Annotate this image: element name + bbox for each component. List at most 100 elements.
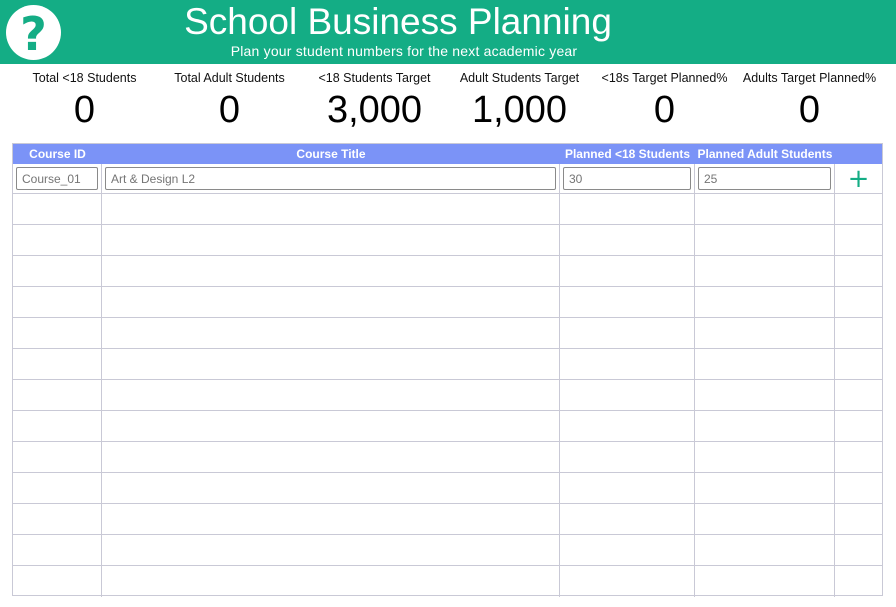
table-cell[interactable]	[835, 566, 882, 597]
page-subtitle: Plan your student numbers for the next a…	[230, 43, 578, 59]
table-cell[interactable]	[560, 318, 695, 348]
grid-header: Course ID Course Title Planned <18 Stude…	[13, 144, 882, 164]
table-row	[13, 504, 882, 535]
table-cell[interactable]	[102, 473, 560, 503]
table-cell[interactable]	[102, 535, 560, 565]
table-cell[interactable]	[835, 473, 882, 503]
table-cell[interactable]	[13, 194, 102, 224]
table-cell[interactable]	[695, 287, 835, 317]
table-cell[interactable]	[102, 256, 560, 286]
kpi-value: 0	[798, 89, 821, 131]
table-cell[interactable]	[835, 225, 882, 255]
table-cell[interactable]	[695, 318, 835, 348]
column-header-actions	[835, 144, 882, 164]
table-cell[interactable]	[695, 566, 835, 597]
table-cell[interactable]	[13, 256, 102, 286]
table-cell[interactable]	[835, 504, 882, 534]
table-cell[interactable]	[695, 349, 835, 379]
kpi-label: Adults Target Planned%	[742, 71, 877, 85]
table-cell[interactable]	[102, 349, 560, 379]
table-cell[interactable]	[13, 566, 102, 597]
table-cell[interactable]	[102, 318, 560, 348]
course-title-input[interactable]	[105, 167, 556, 190]
table-cell[interactable]	[560, 411, 695, 441]
table-cell[interactable]	[695, 504, 835, 534]
table-cell[interactable]	[560, 349, 695, 379]
table-cell[interactable]	[560, 442, 695, 472]
table-cell[interactable]	[560, 473, 695, 503]
column-header-course-id: Course ID	[29, 147, 86, 161]
table-cell[interactable]	[695, 380, 835, 410]
course-id-input[interactable]	[16, 167, 98, 190]
table-cell[interactable]	[102, 504, 560, 534]
kpi-label: Total Adult Students	[174, 71, 285, 85]
table-row	[13, 349, 882, 380]
table-row	[13, 287, 882, 318]
cell-planned-adult	[695, 164, 835, 193]
table-cell[interactable]	[835, 287, 882, 317]
table-cell[interactable]	[695, 442, 835, 472]
table-cell[interactable]	[102, 442, 560, 472]
table-cell[interactable]	[695, 473, 835, 503]
plus-icon: +	[847, 163, 870, 194]
kpi-label: Total <18 Students	[32, 71, 137, 85]
table-row	[13, 194, 882, 225]
table-cell[interactable]	[560, 380, 695, 410]
table-cell[interactable]	[560, 535, 695, 565]
table-cell[interactable]	[102, 411, 560, 441]
grid-body: +	[13, 164, 882, 597]
table-cell[interactable]	[102, 287, 560, 317]
table-cell[interactable]	[835, 194, 882, 224]
cell-add: +	[835, 164, 882, 193]
kpi-value: 0	[218, 89, 241, 131]
table-cell[interactable]	[13, 473, 102, 503]
table-cell[interactable]	[560, 566, 695, 597]
planned-u18-input[interactable]	[563, 167, 691, 190]
kpi-u18-planned-percent: <18s Target Planned% 0	[592, 70, 737, 132]
table-cell[interactable]	[560, 287, 695, 317]
table-cell[interactable]	[835, 442, 882, 472]
course-grid: Course ID Course Title Planned <18 Stude…	[12, 143, 883, 597]
page-title: School Business Planning	[184, 1, 612, 42]
table-cell[interactable]	[695, 194, 835, 224]
table-cell[interactable]	[13, 287, 102, 317]
table-cell[interactable]	[835, 535, 882, 565]
add-course-button[interactable]: +	[835, 164, 882, 193]
app-header: ? School Business Planning Plan your stu…	[0, 0, 896, 64]
table-cell[interactable]	[695, 411, 835, 441]
table-cell[interactable]	[13, 411, 102, 441]
column-header-planned-u18: Planned <18 Students	[564, 147, 691, 161]
table-cell[interactable]	[695, 225, 835, 255]
table-cell[interactable]	[560, 225, 695, 255]
cell-course-title	[102, 164, 560, 193]
table-cell[interactable]	[13, 225, 102, 255]
table-cell[interactable]	[835, 380, 882, 410]
table-cell[interactable]	[835, 318, 882, 348]
table-row	[13, 380, 882, 411]
table-cell[interactable]	[102, 566, 560, 597]
table-cell[interactable]	[835, 349, 882, 379]
table-cell[interactable]	[13, 535, 102, 565]
table-cell[interactable]	[102, 225, 560, 255]
table-cell[interactable]	[835, 256, 882, 286]
table-cell[interactable]	[13, 380, 102, 410]
table-cell[interactable]	[835, 411, 882, 441]
table-cell[interactable]	[13, 442, 102, 472]
planned-adult-input[interactable]	[698, 167, 831, 190]
table-cell[interactable]	[13, 349, 102, 379]
table-cell[interactable]	[695, 535, 835, 565]
table-cell[interactable]	[102, 194, 560, 224]
table-cell[interactable]	[13, 504, 102, 534]
table-row	[13, 566, 882, 597]
table-cell[interactable]	[560, 256, 695, 286]
table-cell[interactable]	[560, 504, 695, 534]
table-row	[13, 225, 882, 256]
kpi-label: <18s Target Planned%	[601, 71, 728, 85]
table-cell[interactable]	[695, 256, 835, 286]
table-row	[13, 256, 882, 287]
table-cell[interactable]	[13, 318, 102, 348]
cell-course-id	[13, 164, 102, 193]
table-row	[13, 535, 882, 566]
table-cell[interactable]	[560, 194, 695, 224]
table-cell[interactable]	[102, 380, 560, 410]
